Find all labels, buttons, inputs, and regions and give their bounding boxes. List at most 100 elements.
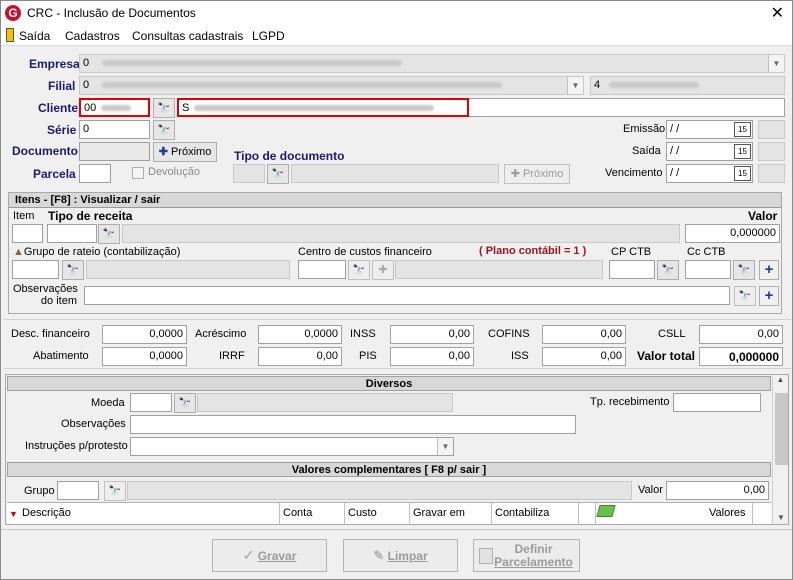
tipo-documento-description bbox=[291, 164, 499, 183]
binoculars-calendar-icon: 🔭 bbox=[737, 265, 751, 276]
cofins-label: COFINS bbox=[488, 328, 530, 340]
valor-complementar-label: Valor bbox=[638, 484, 663, 496]
calendar-icon[interactable]: 15 bbox=[734, 144, 751, 159]
empresa-blurred-text bbox=[102, 60, 403, 67]
app-logo-icon: G bbox=[5, 5, 21, 21]
tipo-receita-search-button[interactable]: 🔭 bbox=[98, 224, 120, 244]
valor-complementar-input[interactable]: 0,00 bbox=[666, 481, 769, 500]
col-descricao[interactable]: Descrição bbox=[22, 507, 71, 519]
column-divider bbox=[491, 503, 492, 525]
moeda-code-input[interactable] bbox=[130, 393, 172, 412]
calendar-icon[interactable]: 15 bbox=[734, 122, 751, 137]
documents-icon bbox=[479, 548, 493, 564]
menu-cadastros[interactable]: Cadastros bbox=[65, 29, 120, 43]
exit-door-icon bbox=[6, 28, 14, 42]
scroll-thumb[interactable] bbox=[775, 393, 788, 465]
observacoes-input[interactable] bbox=[130, 415, 576, 434]
documento-label: Documento bbox=[12, 144, 78, 158]
iss-input[interactable]: 0,00 bbox=[542, 347, 626, 366]
tp-recebimento-input[interactable] bbox=[673, 393, 761, 412]
proximo-tipo-button[interactable]: ✚ Próximo bbox=[504, 164, 570, 184]
diversos-scrollbar[interactable]: ▲ ▼ bbox=[772, 375, 788, 524]
cliente-code-value: 00 bbox=[84, 102, 97, 114]
abatimento-input[interactable]: 0,0000 bbox=[102, 347, 187, 366]
grupo-rateio-search-button[interactable]: 🔭 bbox=[62, 260, 84, 280]
tipo-documento-code[interactable] bbox=[233, 164, 265, 183]
money-icon bbox=[596, 505, 616, 517]
valor-item-input[interactable]: 0,000000 bbox=[685, 224, 780, 243]
binoculars-calendar-icon: 🔭 bbox=[661, 265, 675, 276]
centro-custos-add-button[interactable]: ✚ bbox=[372, 260, 394, 280]
pis-input[interactable]: 0,00 bbox=[390, 347, 474, 366]
scroll-up-icon[interactable]: ▲ bbox=[773, 375, 788, 384]
proximo-button[interactable]: ✚ Próximo bbox=[153, 142, 217, 162]
sort-down-icon: ▼ bbox=[9, 509, 18, 519]
acrescimo-input[interactable]: 0,0000 bbox=[258, 325, 342, 344]
tipo-documento-search-button[interactable]: 🔭 bbox=[267, 164, 289, 184]
observacoes-item-search-button[interactable]: 🔭 bbox=[734, 286, 756, 306]
irrf-input[interactable]: 0,00 bbox=[258, 347, 342, 366]
scroll-down-icon[interactable]: ▼ bbox=[773, 513, 789, 522]
col-custo[interactable]: Custo bbox=[348, 507, 377, 519]
tipo-receita-code-input[interactable] bbox=[47, 224, 97, 243]
documento-input[interactable] bbox=[79, 142, 150, 161]
menu-saida[interactable]: Saída bbox=[19, 29, 50, 43]
binoculars-icon: 🔭 bbox=[352, 265, 366, 276]
instrucoes-protesto-combo[interactable]: ▼ bbox=[130, 437, 454, 456]
serie-label: Série bbox=[47, 123, 77, 137]
add-cc-ctb-button[interactable]: + bbox=[759, 260, 779, 280]
limpar-button[interactable]: ✎ Limpar bbox=[343, 539, 458, 572]
gravar-button[interactable]: ✓ Gravar bbox=[212, 539, 327, 572]
tipo-documento-label: Tipo de documento bbox=[234, 149, 345, 163]
menu-consultas-cadastrais[interactable]: Consultas cadastrais bbox=[132, 29, 243, 43]
col-gravar-em[interactable]: Gravar em bbox=[413, 507, 465, 519]
close-icon[interactable]: ✕ bbox=[771, 3, 784, 23]
emissao-label: Emissão bbox=[623, 123, 666, 135]
proximo-tipo-label: Próximo bbox=[522, 168, 564, 180]
cc-ctb-search-button[interactable]: 🔭 bbox=[733, 260, 755, 280]
chevron-down-icon[interactable]: ▼ bbox=[437, 438, 453, 455]
empresa-label: Empresa bbox=[29, 57, 80, 71]
cofins-input[interactable]: 0,00 bbox=[542, 325, 626, 344]
parcela-input[interactable] bbox=[79, 164, 111, 183]
col-valores[interactable]: Valores bbox=[709, 507, 745, 519]
item-input[interactable] bbox=[12, 224, 43, 243]
cc-ctb-input[interactable] bbox=[685, 260, 731, 279]
filial-extra-blurred-text bbox=[609, 82, 700, 89]
col-contabiliza[interactable]: Contabiliza bbox=[495, 507, 549, 519]
cliente-code-input[interactable]: 00 bbox=[79, 98, 150, 117]
devolucao-checkbox[interactable] bbox=[132, 167, 144, 179]
observacoes-item-input[interactable] bbox=[84, 286, 730, 305]
serie-input[interactable]: 0 bbox=[79, 120, 150, 139]
inss-input[interactable]: 0,00 bbox=[390, 325, 474, 344]
valores-complementares-title: Valores complementares [ F8 p/ sair ] bbox=[7, 462, 771, 477]
serie-search-button[interactable]: 🔭 bbox=[153, 120, 175, 140]
centro-custos-code-input[interactable] bbox=[298, 260, 346, 279]
desc-financeiro-input[interactable]: 0,0000 bbox=[102, 325, 187, 344]
menu-lgpd[interactable]: LGPD bbox=[252, 29, 285, 43]
grupo-rateio-code-input[interactable] bbox=[12, 260, 59, 279]
calendar-icon[interactable]: 15 bbox=[734, 166, 751, 181]
cp-ctb-search-button[interactable]: 🔭 bbox=[657, 260, 679, 280]
chevron-down-icon[interactable]: ▼ bbox=[768, 55, 784, 72]
grupo-search-button[interactable]: 🔭 bbox=[104, 481, 126, 501]
chevron-down-icon[interactable]: ▼ bbox=[567, 77, 583, 94]
col-conta[interactable]: Conta bbox=[283, 507, 312, 519]
filial-combo[interactable]: 0 ▼ bbox=[79, 76, 584, 95]
csll-input[interactable]: 0,00 bbox=[699, 325, 783, 344]
valor-total-field: 0,000000 bbox=[699, 347, 783, 366]
empresa-combo[interactable]: 0 ▼ bbox=[79, 54, 785, 73]
moeda-search-button[interactable]: 🔭 bbox=[174, 393, 196, 413]
moeda-description bbox=[197, 393, 453, 412]
add-item-button[interactable]: + bbox=[759, 286, 779, 306]
plus-icon: ✚ bbox=[158, 146, 168, 158]
grupo-label: Grupo bbox=[24, 485, 55, 497]
cp-ctb-label: CP CTB bbox=[611, 246, 652, 258]
grupo-code-input[interactable] bbox=[57, 481, 99, 500]
definir-parcelamento-button[interactable]: Definir Parcelamento bbox=[473, 539, 580, 572]
cliente-search-button[interactable]: 🔭 bbox=[153, 98, 175, 118]
cp-ctb-input[interactable] bbox=[609, 260, 655, 279]
centro-custos-search-button[interactable]: 🔭 bbox=[348, 260, 370, 280]
cliente-label: Cliente bbox=[38, 101, 79, 115]
cliente-name-blurred-text bbox=[194, 105, 435, 112]
